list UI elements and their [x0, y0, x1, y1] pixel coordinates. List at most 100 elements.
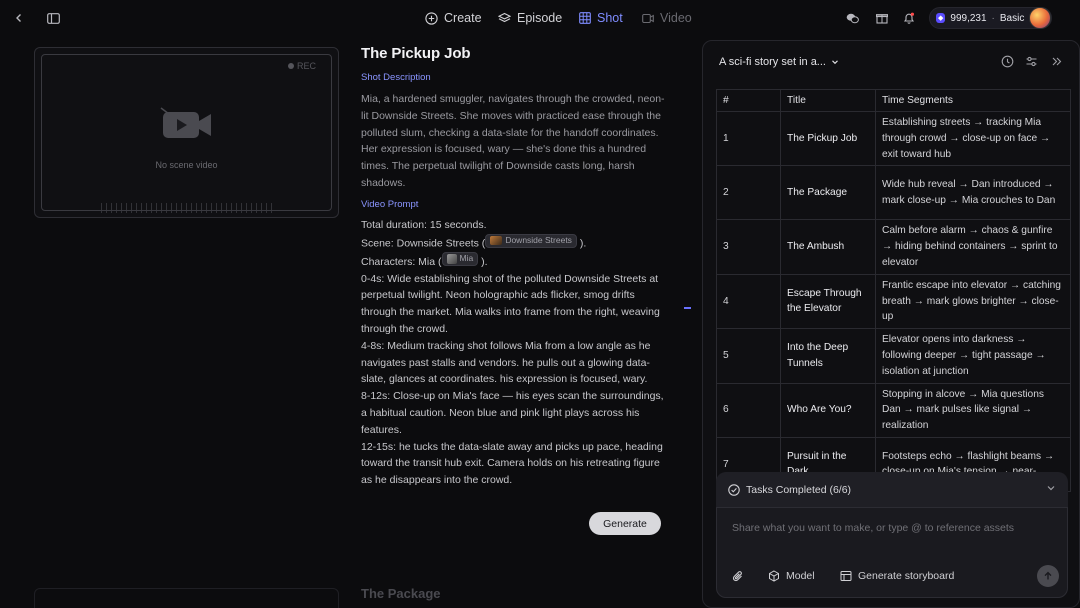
shot-description-label: Shot Description	[361, 72, 431, 83]
send-button[interactable]	[1037, 565, 1059, 587]
column-header-segments: Time Segments	[875, 89, 1071, 112]
row-title: The Package	[780, 165, 876, 221]
table-row[interactable]: 4 Escape Through the Elevator Frantic es…	[716, 273, 1071, 330]
no-scene-video-text: No scene video	[155, 160, 218, 170]
nav-video[interactable]: Video	[642, 9, 692, 27]
video-camera-icon	[160, 107, 211, 138]
arrow-up-icon	[1044, 571, 1052, 580]
nav-create-label: Create	[444, 11, 482, 25]
nav-create[interactable]: Create	[425, 9, 482, 27]
nav-shot-label: Shot	[597, 11, 623, 25]
paperclip-icon	[733, 571, 742, 582]
tasks-status-bar[interactable]: Tasks Completed (6/6)	[716, 472, 1068, 507]
table-row[interactable]: 5 Into the Deep Tunnels Elevator opens i…	[716, 328, 1071, 384]
model-button[interactable]: Model	[768, 570, 815, 582]
row-segments: Elevator opens into darkness → following…	[875, 328, 1071, 384]
story-dropdown[interactable]: A sci-fi story set in a...	[719, 56, 839, 68]
row-title: The Ambush	[780, 219, 876, 275]
character-tag[interactable]: Mia	[441, 251, 479, 266]
row-segments: Frantic escape into elevator → catching …	[875, 273, 1071, 330]
next-scene-preview[interactable]	[34, 588, 339, 608]
row-number: 5	[716, 328, 781, 384]
character-thumbnail	[446, 253, 457, 264]
row-segments: Stopping in alcove → Mia questions Dan →…	[875, 382, 1071, 438]
composer-placeholder[interactable]: Share what you want to make, or type @ t…	[732, 522, 1014, 534]
row-number: 6	[716, 382, 781, 438]
video-prompt-label: Video Prompt	[361, 198, 419, 210]
notification-bell-icon[interactable]	[900, 9, 918, 27]
chat-history-icon[interactable]	[1001, 55, 1015, 69]
shot-title: The Pickup Job	[361, 45, 471, 62]
row-title: Escape Through the Elevator	[780, 273, 876, 330]
attach-button[interactable]	[732, 570, 744, 583]
check-circle-icon	[728, 483, 740, 496]
nav-episode[interactable]: Episode	[498, 9, 562, 27]
nav-episode-label: Episode	[517, 11, 563, 25]
top-bar: Create Episode Shot Video ◆ 999,231 · Ba…	[0, 0, 1080, 36]
row-number: 2	[716, 165, 781, 221]
prompt-composer[interactable]: Share what you want to make, or type @ t…	[716, 507, 1068, 598]
characters-prefix: Characters: Mia (	[361, 255, 442, 268]
video-icon	[642, 13, 654, 23]
generate-storyboard-label: Generate storyboard	[858, 570, 955, 582]
scene-tag-label: Downside Streets	[505, 235, 572, 246]
prompt-scene: Scene: Downside Streets ( Downside Street…	[361, 233, 666, 252]
rec-dot-icon	[287, 63, 294, 69]
cube-icon	[769, 570, 779, 582]
shot-table: # Title Time Segments 1 The Pickup Job E…	[716, 89, 1071, 492]
row-title: Who Are You?	[780, 382, 876, 438]
shot-description-text[interactable]: Mia, a hardened smuggler, navigates thro…	[361, 91, 666, 192]
row-number: 3	[716, 219, 781, 275]
grid-icon	[579, 12, 591, 24]
story-title: A sci-fi story set in a...	[719, 56, 826, 68]
scene-thumbnail	[490, 236, 503, 246]
video-prompt-text[interactable]: Total duration: 15 seconds. Scene: Downs…	[361, 217, 666, 489]
row-segments: Wide hub reveal → Dan introduced → mark …	[875, 165, 1071, 221]
table-row[interactable]: 2 The Package Wide hub reveal → Dan intr…	[716, 165, 1071, 221]
row-number: 1	[716, 110, 781, 167]
gift-icon[interactable]	[873, 9, 891, 27]
table-header-row: # Title Time Segments	[716, 89, 1071, 112]
scene-suffix: ).	[579, 237, 587, 250]
model-label: Model	[786, 570, 815, 582]
storyboard-icon	[840, 571, 852, 581]
plus-circle-icon	[425, 11, 438, 25]
column-header-number: #	[716, 89, 781, 112]
scene-prefix: Scene: Downside Streets (	[361, 237, 486, 250]
generate-storyboard-button[interactable]: Generate storyboard	[840, 570, 954, 582]
row-title: The Pickup Job	[780, 110, 876, 167]
generate-button[interactable]: Generate	[589, 512, 661, 535]
collapse-panel-icon[interactable]	[1050, 55, 1064, 69]
nav-shot[interactable]: Shot	[579, 9, 623, 27]
tasks-completed-label: Tasks Completed (6/6)	[746, 483, 852, 496]
chevron-down-icon	[1047, 486, 1055, 491]
credits-amount: 999,231	[950, 12, 987, 24]
prompt-duration: Total duration: 15 seconds.	[361, 218, 487, 231]
row-number: 4	[716, 273, 781, 330]
prompt-characters: Characters: Mia (Mia ).	[361, 251, 666, 271]
chevron-down-icon	[832, 60, 838, 65]
story-panel: A sci-fi story set in a... # Title Time …	[702, 40, 1080, 608]
settings-sliders-icon[interactable]	[1025, 55, 1039, 69]
user-avatar[interactable]	[1029, 7, 1051, 29]
row-title: Into the Deep Tunnels	[780, 328, 876, 384]
rec-indicator: REC	[287, 61, 316, 71]
credits-separator: ·	[991, 12, 995, 24]
wechat-icon[interactable]	[843, 9, 861, 27]
row-segments: Establishing streets → tracking Mia thro…	[875, 110, 1071, 167]
prompt-beat: 0-4s: Wide establishing shot of the poll…	[361, 272, 660, 336]
main-nav: Create Episode Shot Video	[0, 9, 1080, 27]
row-segments: Calm before alarm → chaos & gunfire → hi…	[875, 219, 1071, 275]
prompt-beat: 8-12s: Close-up on Mia's face — his eyes…	[361, 390, 664, 436]
nav-video-label: Video	[660, 11, 692, 25]
prompt-beat: 12-15s: he tucks the data-slate away and…	[361, 440, 663, 487]
table-row[interactable]: 3 The Ambush Calm before alarm → chaos &…	[716, 219, 1071, 275]
panel-resize-handle[interactable]	[684, 307, 691, 309]
next-shot-title: The Package	[361, 586, 441, 601]
table-row[interactable]: 1 The Pickup Job Establishing streets → …	[716, 110, 1071, 167]
prompt-beat: 4-8s: Medium tracking shot follows Mia f…	[361, 339, 651, 386]
timeline-ticks	[101, 203, 272, 213]
scene-tag[interactable]: Downside Streets	[485, 233, 577, 248]
table-row[interactable]: 6 Who Are You? Stopping in alcove → Mia …	[716, 382, 1071, 438]
scene-video-preview[interactable]: REC No scene video	[34, 47, 339, 218]
